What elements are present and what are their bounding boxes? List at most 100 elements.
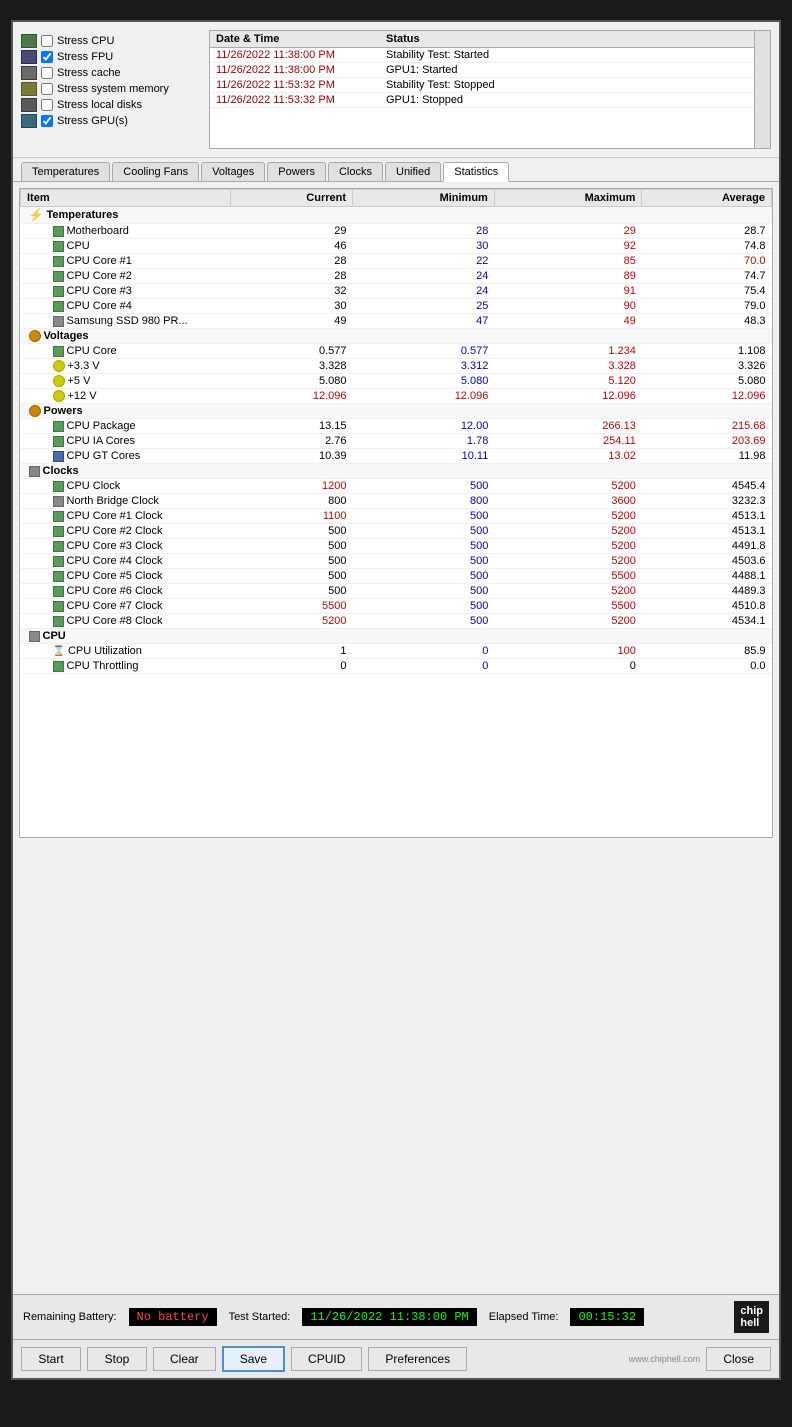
log-date: 11/26/2022 11:53:32 PM	[210, 93, 380, 107]
stress-mem-label: Stress system memory	[57, 83, 169, 95]
log-status: Stability Test: Started	[380, 48, 495, 62]
stress-cpu-label: Stress CPU	[57, 35, 114, 47]
tab-voltages[interactable]: Voltages	[201, 162, 265, 181]
table-row: CPU46309274.8	[21, 239, 772, 254]
log-row: 11/26/2022 11:38:00 PMGPU1: Started	[210, 63, 770, 78]
elapsed-label: Elapsed Time:	[489, 1311, 559, 1323]
tab-cooling-fans[interactable]: Cooling Fans	[112, 162, 199, 181]
clear-button[interactable]: Clear	[153, 1347, 216, 1371]
table-row: +12 V12.09612.09612.09612.096	[21, 389, 772, 404]
stats-table-container[interactable]: Item Current Minimum Maximum Average ⚡Te…	[19, 188, 773, 838]
table-row: CPU GT Cores10.3910.1113.0211.98	[21, 449, 772, 464]
top-section: Stress CPU Stress FPU Stress cache Stres…	[13, 22, 779, 158]
tab-clocks[interactable]: Clocks	[328, 162, 383, 181]
table-header: Item Current Minimum Maximum Average	[21, 190, 772, 207]
stress-fpu-checkbox[interactable]	[41, 51, 53, 63]
table-row: North Bridge Clock80080036003232.3	[21, 494, 772, 509]
col-min: Minimum	[353, 190, 495, 207]
stress-fpu-item[interactable]: Stress FPU	[21, 50, 201, 64]
stress-gpu-label: Stress GPU(s)	[57, 115, 128, 127]
disk-icon	[21, 98, 37, 112]
table-row: CPU Core #8 Clock520050052004534.1	[21, 614, 772, 629]
bottom-buttons: Start Stop Clear Save CPUID Preferences …	[13, 1339, 779, 1378]
close-button[interactable]: Close	[706, 1347, 771, 1371]
table-row: CPU Throttling0000.0	[21, 659, 772, 674]
start-button[interactable]: Start	[21, 1347, 81, 1371]
log-header-status: Status	[380, 31, 426, 47]
log-date: 11/26/2022 11:38:00 PM	[210, 48, 380, 62]
section-header-temperatures: ⚡Temperatures	[21, 207, 772, 224]
stress-gpu-item[interactable]: Stress GPU(s)	[21, 114, 201, 128]
log-scrollbar[interactable]	[754, 31, 770, 148]
stress-cpu-item[interactable]: Stress CPU	[21, 34, 201, 48]
section-header-voltages: Voltages	[21, 329, 772, 344]
table-row: CPU Core #228248974.7	[21, 269, 772, 284]
section-header-clocks: Clocks	[21, 464, 772, 479]
log-row: 11/26/2022 11:53:32 PMStability Test: St…	[210, 78, 770, 93]
table-row: +5 V5.0805.0805.1205.080	[21, 374, 772, 389]
table-row: Motherboard29282928.7	[21, 224, 772, 239]
tab-temperatures[interactable]: Temperatures	[21, 162, 110, 181]
stress-disk-item[interactable]: Stress local disks	[21, 98, 201, 112]
log-row: 11/26/2022 11:38:00 PMStability Test: St…	[210, 48, 770, 63]
tabs-bar: TemperaturesCooling FansVoltagesPowersCl…	[13, 158, 779, 182]
stress-disk-label: Stress local disks	[57, 99, 142, 111]
stress-cache-checkbox[interactable]	[41, 67, 53, 79]
log-header: Date & Time Status	[210, 31, 770, 48]
stress-cache-label: Stress cache	[57, 67, 121, 79]
log-status: Stability Test: Stopped	[380, 78, 501, 92]
table-row: +3.3 V3.3283.3123.3283.326	[21, 359, 772, 374]
stop-button[interactable]: Stop	[87, 1347, 147, 1371]
watermark: www.chiphell.com	[629, 1354, 701, 1364]
col-avg: Average	[642, 190, 772, 207]
cpuid-button[interactable]: CPUID	[291, 1347, 362, 1371]
test-started-value: 11/26/2022 11:38:00 PM	[302, 1308, 476, 1326]
stress-cache-item[interactable]: Stress cache	[21, 66, 201, 80]
log-date: 11/26/2022 11:53:32 PM	[210, 78, 380, 92]
log-panel: Date & Time Status 11/26/2022 11:38:00 P…	[209, 30, 771, 149]
battery-value: No battery	[129, 1308, 217, 1326]
cache-icon	[21, 66, 37, 80]
table-row: CPU Core #332249175.4	[21, 284, 772, 299]
test-started-label: Test Started:	[229, 1311, 291, 1323]
table-row: CPU Core #7 Clock550050055004510.8	[21, 599, 772, 614]
save-button[interactable]: Save	[222, 1346, 285, 1372]
log-header-date: Date & Time	[210, 31, 380, 47]
log-row: 11/26/2022 11:53:32 PMGPU1: Stopped	[210, 93, 770, 108]
tab-statistics[interactable]: Statistics	[443, 162, 509, 182]
table-row: Samsung SSD 980 PR...49474948.3	[21, 314, 772, 329]
battery-label: Remaining Battery:	[23, 1311, 117, 1323]
table-row: CPU Core #128228570.0	[21, 254, 772, 269]
stress-mem-item[interactable]: Stress system memory	[21, 82, 201, 96]
log-status: GPU1: Stopped	[380, 93, 469, 107]
table-row: CPU Core #6 Clock50050052004489.3	[21, 584, 772, 599]
col-item: Item	[21, 190, 231, 207]
gpu-icon	[21, 114, 37, 128]
stats-table: Item Current Minimum Maximum Average ⚡Te…	[20, 189, 772, 674]
log-date: 11/26/2022 11:38:00 PM	[210, 63, 380, 77]
table-row: CPU Core #1 Clock110050052004513.1	[21, 509, 772, 524]
stress-disk-checkbox[interactable]	[41, 99, 53, 111]
section-header-cpu: CPU	[21, 629, 772, 644]
preferences-button[interactable]: Preferences	[368, 1347, 467, 1371]
table-row: CPU Core0.5770.5771.2341.108	[21, 344, 772, 359]
tab-powers[interactable]: Powers	[267, 162, 326, 181]
table-row: CPU IA Cores2.761.78254.11203.69	[21, 434, 772, 449]
cpu-icon	[21, 34, 37, 48]
col-current: Current	[231, 190, 353, 207]
stress-mem-checkbox[interactable]	[41, 83, 53, 95]
tab-unified[interactable]: Unified	[385, 162, 441, 181]
section-header-powers: Powers	[21, 404, 772, 419]
log-body[interactable]: 11/26/2022 11:38:00 PMStability Test: St…	[210, 48, 770, 148]
stress-panel: Stress CPU Stress FPU Stress cache Stres…	[21, 30, 201, 149]
table-row: CPU Core #4 Clock50050052004503.6	[21, 554, 772, 569]
table-row: CPU Core #3 Clock50050052004491.8	[21, 539, 772, 554]
stress-gpu-checkbox[interactable]	[41, 115, 53, 127]
table-body: ⚡TemperaturesMotherboard29282928.7CPU463…	[21, 207, 772, 674]
stress-cpu-checkbox[interactable]	[41, 35, 53, 47]
table-row: CPU Clock120050052004545.4	[21, 479, 772, 494]
table-row: ⌛CPU Utilization1010085.9	[21, 644, 772, 659]
col-max: Maximum	[494, 190, 642, 207]
log-status: GPU1: Started	[380, 63, 464, 77]
table-row: CPU Package13.1512.00266.13215.68	[21, 419, 772, 434]
